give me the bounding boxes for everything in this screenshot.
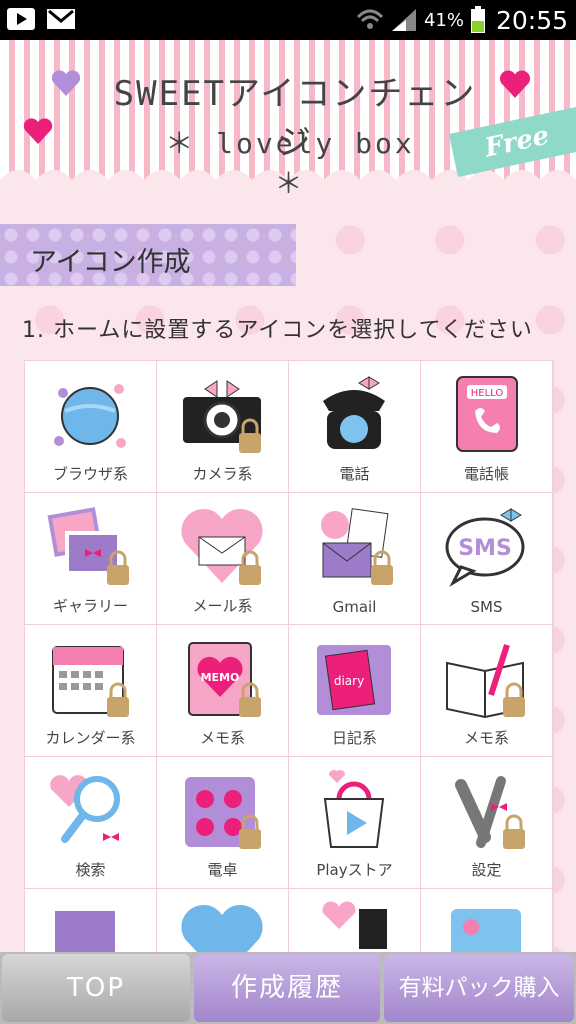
icon-tile-partial[interactable] (289, 889, 420, 952)
icon-tile-partial[interactable] (157, 889, 288, 952)
app-subtitle: ＊ lovely box ＊ (165, 127, 415, 200)
mail-icon (181, 508, 263, 585)
sms-icon: SMS (445, 508, 525, 587)
icon-tile-notebook[interactable]: メモ系 (421, 625, 552, 756)
diary-icon: diary (317, 645, 391, 715)
icon-tile-mail[interactable]: メール系 (157, 493, 288, 624)
tile-label: メール系 (192, 597, 253, 615)
tile-label: Gmail (332, 598, 377, 616)
wifi-icon (356, 9, 383, 29)
calculator-icon (185, 777, 261, 849)
heart-icon (51, 70, 81, 96)
settings-icon (455, 776, 525, 849)
history-button[interactable]: 作成履歴 (194, 954, 380, 1022)
svg-text:SMS: SMS (458, 536, 512, 561)
icon-grid: ブラウザ系 カメラ系 電話 HELLO 電話帳 ギャラリー メール系 Gmail… (24, 360, 554, 952)
main-content: アイコン作成 1. ホームに設置するアイコンを選択してください ブラウザ系 カメ… (0, 200, 576, 952)
battery-percent: 41% (423, 9, 464, 31)
search-icon (50, 775, 120, 843)
tile-label: 設定 (471, 861, 502, 879)
tile-label: 電卓 (207, 861, 238, 879)
heart-plane-icon (181, 904, 263, 952)
tile-label: SMS (470, 598, 503, 616)
svg-text:diary: diary (334, 674, 364, 688)
gmail-icon (321, 508, 393, 585)
icon-tile-search[interactable]: 検索 (25, 757, 156, 888)
icon-tile-calendar[interactable]: カレンダー系 (25, 625, 156, 756)
icon-tile-phonebook[interactable]: HELLO 電話帳 (421, 361, 552, 492)
play-store-notification-icon (7, 8, 35, 30)
weather-icon (451, 909, 521, 952)
svg-text:MEMO: MEMO (201, 671, 240, 684)
memo-icon: MEMO (188, 642, 261, 717)
section-title: アイコン作成 (30, 247, 191, 278)
tile-label: メモ系 (463, 729, 509, 747)
icon-tile-camera[interactable]: カメラ系 (157, 361, 288, 492)
top-button[interactable]: TOP (2, 954, 190, 1022)
icon-tile-playstore[interactable]: Playストア (289, 757, 420, 888)
app-header: SWEETアイコンチェンジ ＊ lovely box ＊ Free (0, 40, 576, 200)
tile-label: カメラ系 (192, 465, 253, 483)
signal-icon (391, 9, 416, 31)
tile-label: カレンダー系 (45, 729, 136, 747)
battery-icon (470, 6, 485, 33)
svg-text:HELLO: HELLO (471, 388, 504, 399)
icon-tile-sms[interactable]: SMS SMS (421, 493, 552, 624)
heart-icon (23, 118, 53, 144)
tile-label: 検索 (75, 861, 106, 879)
heart-icon (499, 70, 531, 98)
buy-pack-button[interactable]: 有料パック購入 (384, 954, 574, 1022)
icon-tile-partial[interactable] (421, 889, 552, 952)
tile-label: ブラウザ系 (52, 465, 128, 483)
icon-tile-gmail[interactable]: Gmail (289, 493, 420, 624)
icon-tile-settings[interactable]: 設定 (421, 757, 552, 888)
icon-tile-browser[interactable]: ブラウザ系 (25, 361, 156, 492)
playstore-icon (323, 770, 385, 848)
camera-icon (183, 380, 261, 453)
icon-tile-memo[interactable]: MEMO メモ系 (157, 625, 288, 756)
notebook-icon (446, 644, 525, 719)
gmail-notification-icon (47, 9, 75, 29)
status-bar: 41% 20:55 (0, 0, 576, 40)
tile-label: 電話 (339, 465, 370, 483)
music-icon (322, 901, 387, 949)
tile-label: Playストア (316, 861, 393, 879)
icon-tile-diary[interactable]: diary 日記系 (289, 625, 420, 756)
phonebook-icon: HELLO (456, 376, 518, 452)
icon-tile-gallery[interactable]: ギャラリー (25, 493, 156, 624)
instruction-text: 1. ホームに設置するアイコンを選択してください (22, 318, 533, 343)
gallery-icon (47, 507, 129, 585)
clock: 20:55 (495, 5, 568, 35)
calendar-icon (52, 646, 129, 717)
tile-label: 日記系 (331, 729, 377, 747)
tile-label: 電話帳 (463, 465, 509, 483)
bottom-nav: TOP 作成履歴 有料パック購入 (0, 952, 576, 1024)
tile-label: メモ系 (199, 729, 245, 747)
icon-tile-calculator[interactable]: 電卓 (157, 757, 288, 888)
chocolate-icon (55, 911, 115, 952)
icon-tile-partial[interactable] (25, 889, 156, 952)
globe-icon (54, 384, 126, 448)
telephone-icon (323, 376, 385, 449)
icon-tile-phone[interactable]: 電話 (289, 361, 420, 492)
tile-label: ギャラリー (52, 597, 128, 615)
